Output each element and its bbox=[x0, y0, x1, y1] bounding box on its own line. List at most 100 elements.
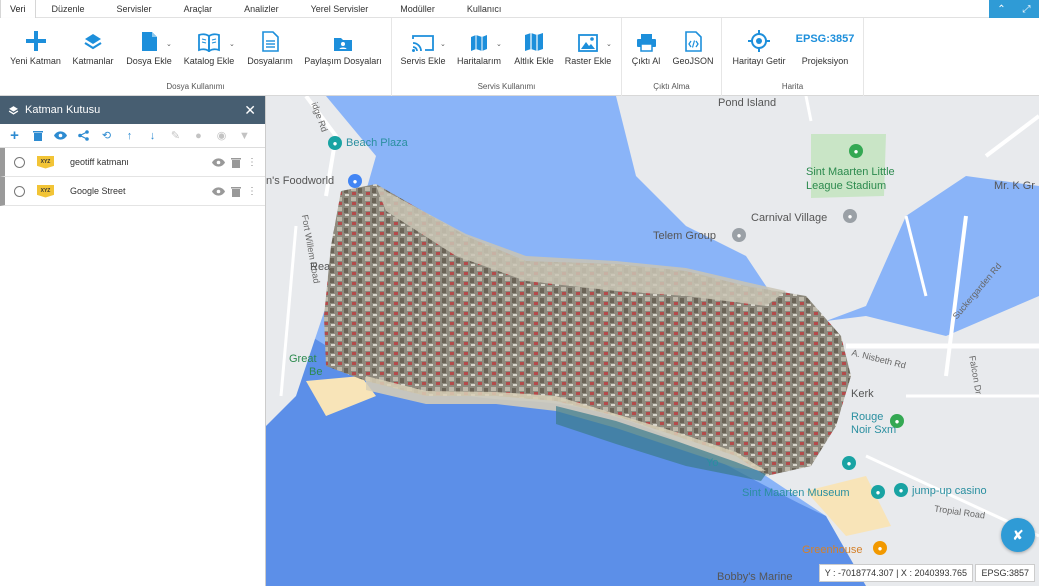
raster-ekle-label: Raster Ekle bbox=[564, 56, 612, 66]
map-label-carnival: Carnival Village bbox=[751, 212, 828, 224]
group-label-dosya: Dosya Kullanımı bbox=[166, 82, 225, 91]
map-label-rouge-2: Noir Sxm bbox=[851, 424, 897, 436]
close-icon[interactable]: ✕ bbox=[244, 102, 256, 119]
altlik-ekle-button[interactable]: Altlık Ekle bbox=[510, 26, 558, 66]
katmanlar-button[interactable]: Katmanlar bbox=[70, 26, 116, 66]
geojson-button[interactable]: GeoJSON bbox=[670, 26, 716, 66]
servis-ekle-caret-icon[interactable]: ⌄ bbox=[440, 40, 446, 48]
restaurant-icon: ● bbox=[890, 414, 904, 428]
menu-tab-araclar[interactable]: Araçlar bbox=[168, 0, 229, 18]
add-layer-icon[interactable]: + bbox=[3, 125, 26, 147]
place-marker-icon: ● bbox=[843, 209, 857, 223]
raster-ekle-caret-icon[interactable]: ⌄ bbox=[606, 40, 612, 48]
map-icon bbox=[471, 35, 487, 51]
basemap-icon bbox=[525, 33, 543, 51]
raster-ekle-button[interactable]: Raster Ekle bbox=[564, 26, 612, 66]
layer-row[interactable]: XYZ Google Street ⋮ bbox=[0, 177, 265, 206]
katalog-ekle-label: Katalog Ekle bbox=[183, 56, 235, 66]
map-label-great: Great bbox=[289, 353, 317, 365]
haritalarim-label: Haritalarım bbox=[456, 56, 501, 66]
map-label-stadium-2: League Stadium bbox=[806, 180, 887, 192]
stadium-icon: ● bbox=[849, 144, 863, 158]
group-label-cikti: Çıktı Alma bbox=[653, 82, 690, 91]
arrow-up-icon[interactable]: ↑ bbox=[118, 125, 141, 147]
haritayi-getir-button[interactable]: Haritayı Getir bbox=[728, 26, 790, 66]
map-label-beach-plaza: Beach Plaza bbox=[346, 137, 408, 149]
code-file-icon bbox=[684, 31, 702, 52]
palette-icon[interactable]: ◉ bbox=[210, 125, 233, 147]
katalog-ekle-button[interactable]: Katalog Ekle bbox=[182, 26, 236, 66]
share-icon[interactable] bbox=[72, 125, 95, 147]
projeksiyon-button[interactable]: EPSG:3857 Projeksiyon bbox=[794, 26, 856, 66]
more-options-icon[interactable]: ⋮ bbox=[247, 186, 257, 197]
katalog-ekle-caret-icon[interactable]: ⌄ bbox=[229, 40, 235, 48]
menu-tab-servisler[interactable]: Servisler bbox=[101, 0, 168, 18]
ribbon-group-harita: Haritayı Getir EPSG:3857 Projeksiyon Har… bbox=[722, 18, 864, 96]
plus-icon bbox=[25, 31, 46, 51]
map-label-greenhouse: Greenhouse bbox=[802, 544, 863, 556]
map-label-mrk: Mr. K Gr bbox=[994, 180, 1035, 192]
projeksiyon-label: Projeksiyon bbox=[801, 56, 849, 66]
epsg-readout: EPSG:3857 bbox=[975, 564, 1035, 582]
layers-icon bbox=[8, 105, 19, 115]
collapse-ribbon-icon[interactable]: ⌃ bbox=[989, 0, 1014, 18]
menu-tab-kullanici[interactable]: Kullanıcı bbox=[451, 0, 518, 18]
food-icon: ● bbox=[873, 541, 887, 555]
menu-tab-analizler[interactable]: Analizler bbox=[228, 0, 295, 18]
cikti-al-button[interactable]: Çıktı Al bbox=[626, 26, 666, 66]
map-label-rouge: Rouge bbox=[851, 411, 884, 423]
paylasim-dosyalari-button[interactable]: Paylaşım Dosyaları bbox=[302, 26, 384, 66]
ribbon: Yeni Katman Katmanlar Dosya Ekle ⌄ Katal… bbox=[0, 18, 1039, 96]
trash-icon[interactable] bbox=[231, 157, 241, 168]
printer-icon bbox=[636, 34, 656, 52]
layer-panel-header: Katman Kutusu ✕ bbox=[0, 96, 265, 124]
more-options-icon[interactable]: ⋮ bbox=[247, 157, 257, 168]
map-label-pond-island: Pond Island bbox=[718, 97, 777, 109]
crosshair-icon bbox=[748, 30, 770, 52]
ribbon-group-cikti: Çıktı Al GeoJSON Çıktı Alma bbox=[622, 18, 722, 96]
dosyalarim-button[interactable]: Dosyalarım bbox=[244, 26, 296, 66]
layer-panel-title: Katman Kutusu bbox=[25, 104, 101, 116]
layer-row[interactable]: XYZ geotiff katmanı ⋮ bbox=[0, 148, 265, 177]
xyz-badge-icon: XYZ bbox=[37, 184, 54, 198]
eye-icon[interactable] bbox=[49, 125, 72, 147]
layer-radio[interactable] bbox=[14, 156, 25, 168]
arrow-down-icon[interactable]: ↓ bbox=[141, 125, 164, 147]
dosya-ekle-caret-icon[interactable]: ⌄ bbox=[166, 40, 172, 48]
layer-name: geotiff katmanı bbox=[70, 157, 129, 167]
yeni-katman-button[interactable]: Yeni Katman bbox=[8, 26, 63, 66]
fullscreen-icon[interactable]: ⤢ bbox=[1014, 0, 1039, 18]
visibility-icon[interactable] bbox=[212, 157, 225, 167]
group-label-harita: Harita bbox=[781, 82, 804, 91]
layer-name: Google Street bbox=[70, 186, 126, 196]
tools-fab-icon[interactable]: ✘ bbox=[1001, 518, 1035, 552]
image-icon bbox=[578, 34, 598, 52]
layer-radio[interactable] bbox=[14, 185, 25, 197]
coordinate-readout: Y : -7018774.307 | X : 2040393.765 bbox=[818, 564, 973, 582]
map-background bbox=[266, 96, 1039, 586]
trash-icon[interactable] bbox=[231, 186, 241, 197]
epsg-value: EPSG:3857 bbox=[795, 33, 855, 45]
haritalarim-caret-icon[interactable]: ⌄ bbox=[496, 40, 502, 48]
museum-marker-icon: ● bbox=[842, 456, 856, 470]
map-label-stadium-1: Sint Maarten Little bbox=[806, 166, 895, 178]
delete-layer-icon[interactable] bbox=[26, 125, 49, 147]
layer-panel: Katman Kutusu ✕ + ⟲ ↑ ↓ ✎ ● ◉ ▼ XYZ geot… bbox=[0, 96, 266, 586]
file-icon bbox=[141, 32, 157, 51]
menu-tab-moduller[interactable]: Modüller bbox=[384, 0, 451, 18]
geojson-label: GeoJSON bbox=[672, 56, 714, 66]
shared-folder-icon bbox=[334, 38, 352, 51]
shopping-icon: ● bbox=[328, 136, 342, 150]
menu-tab-yerel-servisler[interactable]: Yerel Servisler bbox=[295, 0, 385, 18]
filter-icon[interactable]: ▼ bbox=[233, 125, 256, 147]
history-icon[interactable]: ⟲ bbox=[95, 125, 118, 147]
visibility-icon[interactable] bbox=[212, 186, 225, 196]
edit-icon[interactable]: ✎ bbox=[164, 125, 187, 147]
altlik-ekle-label: Altlık Ekle bbox=[514, 56, 554, 66]
menu-tab-duzenle[interactable]: Düzenle bbox=[36, 0, 101, 18]
menu-tab-veri[interactable]: Veri bbox=[0, 0, 36, 18]
xyz-badge-icon: XYZ bbox=[37, 155, 54, 169]
style-icon[interactable]: ● bbox=[187, 125, 210, 147]
map-label-kerk: Kerk bbox=[851, 388, 874, 400]
map-canvas[interactable]: idge Rd ● Beach Plaza n's Foodworld ● Po… bbox=[266, 96, 1039, 586]
